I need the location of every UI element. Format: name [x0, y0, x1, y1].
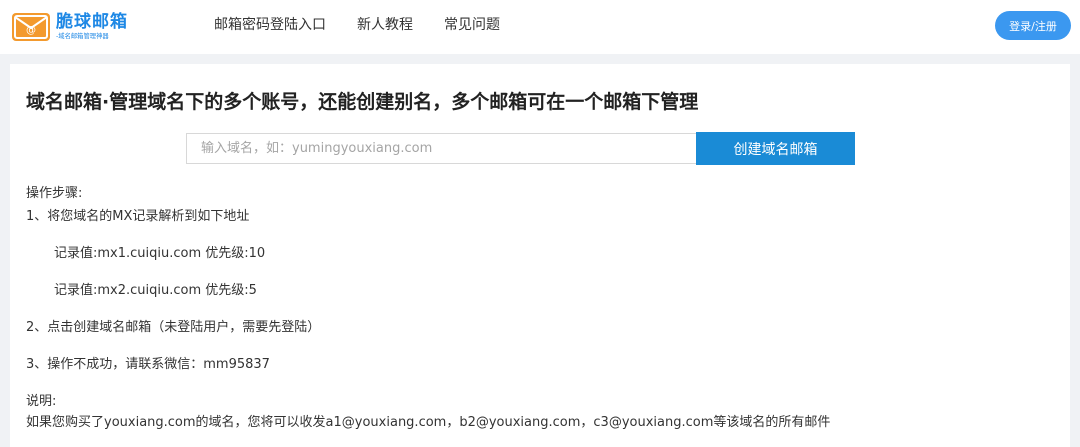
note-title: 说明:	[26, 394, 57, 409]
step-2: 2、点击创建域名邮箱（未登陆用户，需要先登陆）	[26, 320, 321, 335]
svg-text:@: @	[26, 25, 36, 36]
nav-tutorial[interactable]: 新人教程	[357, 14, 413, 34]
main-card: 域名邮箱·管理域名下的多个账号，还能创建别名，多个邮箱可在一个邮箱下管理 创建域…	[10, 64, 1070, 447]
mx-record-2: 记录值:mx2.cuiqiu.com 优先级:5	[54, 283, 257, 298]
step-3: 3、操作不成功，请联系微信：mm95837	[26, 357, 270, 372]
mx-record-1: 记录值:mx1.cuiqiu.com 优先级:10	[54, 246, 266, 261]
step-1: 1、将您域名的MX记录解析到如下地址	[26, 209, 250, 224]
domain-search-form: 创建域名邮箱	[186, 132, 855, 165]
logo-tagline: -域名邮箱管理神器	[56, 32, 109, 40]
page-title: 域名邮箱·管理域名下的多个账号，还能创建别名，多个邮箱可在一个邮箱下管理	[26, 91, 699, 113]
logo[interactable]: @ 脆球邮箱 -域名邮箱管理神器	[12, 10, 128, 44]
nav-mailbox-login[interactable]: 邮箱密码登陆入口	[214, 14, 326, 34]
main-nav: 邮箱密码登陆入口 新人教程 常见问题	[214, 0, 531, 48]
login-register-button[interactable]: 登录/注册	[995, 11, 1071, 40]
top-bar: @ 脆球邮箱 -域名邮箱管理神器 邮箱密码登陆入口 新人教程 常见问题 登录/注…	[0, 0, 1080, 54]
create-domain-mailbox-button[interactable]: 创建域名邮箱	[696, 132, 855, 165]
steps-title: 操作步骤:	[26, 186, 83, 201]
note-text: 如果您购买了youxiang.com的域名，您将可以收发a1@youxiang.…	[26, 415, 831, 430]
nav-faq[interactable]: 常见问题	[444, 14, 500, 34]
domain-input[interactable]	[186, 133, 696, 164]
logo-name: 脆球邮箱	[56, 12, 128, 32]
envelope-icon: @	[12, 13, 50, 41]
